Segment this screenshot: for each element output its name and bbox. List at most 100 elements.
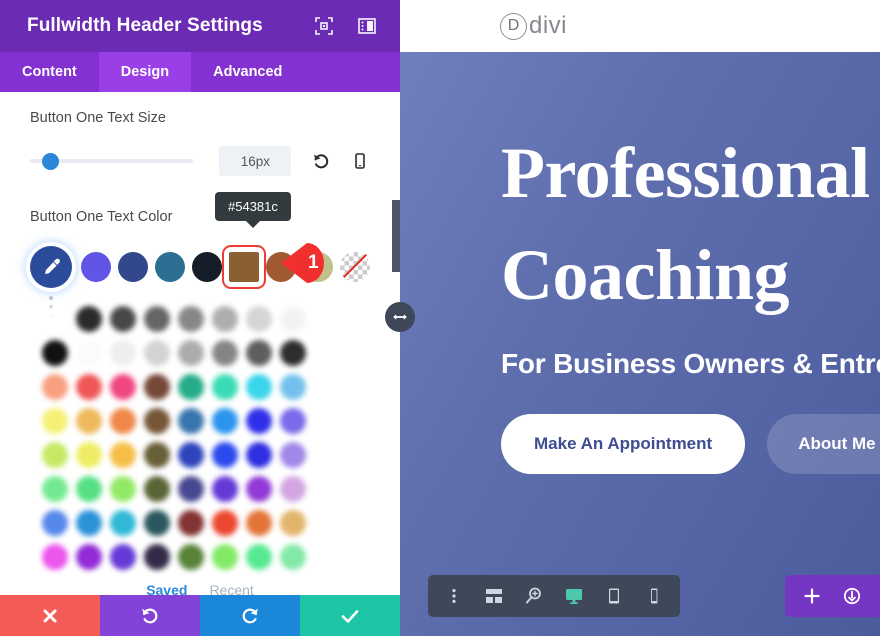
palette-cell[interactable] bbox=[208, 472, 242, 506]
trash-icon[interactable] bbox=[872, 575, 880, 617]
swatch-rust[interactable] bbox=[266, 252, 296, 282]
palette-cell[interactable] bbox=[208, 438, 242, 472]
palette-cell[interactable] bbox=[276, 472, 310, 506]
undo-button[interactable] bbox=[100, 595, 200, 636]
redo-button[interactable] bbox=[200, 595, 300, 636]
undo-icon[interactable] bbox=[310, 150, 330, 172]
swatch-navy[interactable] bbox=[118, 252, 148, 282]
palette-cell[interactable] bbox=[38, 438, 72, 472]
palette-cell[interactable] bbox=[208, 302, 242, 336]
palette-cell[interactable] bbox=[106, 472, 140, 506]
panel-scrollbar[interactable] bbox=[392, 200, 400, 272]
palette-cell[interactable] bbox=[174, 540, 208, 574]
swatch-khaki[interactable] bbox=[303, 252, 333, 282]
palette-cell[interactable] bbox=[140, 540, 174, 574]
palette-cell[interactable] bbox=[38, 404, 72, 438]
text-size-input[interactable]: 16px bbox=[219, 146, 292, 176]
palette-cell[interactable] bbox=[140, 506, 174, 540]
mobile-icon[interactable] bbox=[350, 150, 370, 172]
palette-cell[interactable] bbox=[242, 540, 276, 574]
make-an-appointment-button[interactable]: Make An Appointment bbox=[501, 414, 746, 475]
swatch-transparent[interactable] bbox=[340, 252, 370, 282]
palette-cell[interactable] bbox=[242, 506, 276, 540]
zoom-icon[interactable] bbox=[514, 575, 554, 617]
palette-cell[interactable] bbox=[174, 370, 208, 404]
palette-cell[interactable] bbox=[242, 302, 276, 336]
focus-frame-icon[interactable] bbox=[315, 17, 333, 35]
palette-cell[interactable] bbox=[208, 370, 242, 404]
text-size-slider[interactable] bbox=[30, 152, 194, 170]
palette-cell[interactable] bbox=[174, 336, 208, 370]
palette-cell[interactable] bbox=[72, 472, 106, 506]
about-me-button[interactable]: About Me bbox=[767, 414, 880, 475]
phone-icon[interactable] bbox=[634, 575, 674, 617]
palette-cell[interactable] bbox=[72, 336, 106, 370]
palette-cell[interactable] bbox=[140, 302, 174, 336]
palette-cell[interactable] bbox=[276, 336, 310, 370]
palette-cell[interactable] bbox=[174, 438, 208, 472]
palette-cell[interactable] bbox=[276, 438, 310, 472]
palette-cell[interactable] bbox=[106, 302, 140, 336]
palette-cell[interactable] bbox=[38, 540, 72, 574]
palette-cell[interactable] bbox=[276, 370, 310, 404]
palette-cell[interactable] bbox=[72, 438, 106, 472]
palette-cell[interactable] bbox=[38, 472, 72, 506]
palette-cell[interactable] bbox=[276, 540, 310, 574]
palette-cell[interactable] bbox=[38, 302, 72, 336]
palette-cell[interactable] bbox=[276, 404, 310, 438]
tablet-icon[interactable] bbox=[594, 575, 634, 617]
more-options-icon[interactable] bbox=[434, 575, 474, 617]
palette-cell[interactable] bbox=[276, 302, 310, 336]
palette-cell[interactable] bbox=[38, 336, 72, 370]
tab-design[interactable]: Design bbox=[98, 52, 192, 92]
palette-cell[interactable] bbox=[140, 336, 174, 370]
palette-cell[interactable] bbox=[72, 506, 106, 540]
palette-cell[interactable] bbox=[242, 472, 276, 506]
desktop-icon[interactable] bbox=[554, 575, 594, 617]
swatch-brown[interactable] bbox=[222, 245, 266, 289]
slider-knob[interactable] bbox=[41, 152, 59, 170]
tab-content[interactable]: Content bbox=[0, 52, 99, 92]
swatch-steel-blue[interactable] bbox=[155, 252, 185, 282]
palette-cell[interactable] bbox=[106, 404, 140, 438]
palette-cell[interactable] bbox=[208, 540, 242, 574]
power-icon[interactable] bbox=[832, 575, 872, 617]
palette-cell[interactable] bbox=[72, 370, 106, 404]
swatch-dark[interactable] bbox=[192, 252, 222, 282]
palette-cell[interactable] bbox=[174, 404, 208, 438]
divi-logo[interactable]: D divi bbox=[500, 12, 567, 40]
palette-cell[interactable] bbox=[174, 302, 208, 336]
palette-cell[interactable] bbox=[38, 370, 72, 404]
tab-advanced[interactable]: Advanced bbox=[191, 52, 304, 92]
palette-cell[interactable] bbox=[38, 506, 72, 540]
palette-cell[interactable] bbox=[106, 370, 140, 404]
wireframe-icon[interactable] bbox=[474, 575, 514, 617]
palette-cell[interactable] bbox=[242, 404, 276, 438]
palette-cell[interactable] bbox=[276, 506, 310, 540]
palette-cell[interactable] bbox=[208, 404, 242, 438]
palette-cell[interactable] bbox=[242, 370, 276, 404]
save-button[interactable] bbox=[300, 595, 400, 636]
palette-cell[interactable] bbox=[140, 438, 174, 472]
palette-cell[interactable] bbox=[106, 438, 140, 472]
palette-cell[interactable] bbox=[208, 336, 242, 370]
palette-cell[interactable] bbox=[72, 540, 106, 574]
eyedropper-icon[interactable] bbox=[30, 246, 72, 288]
cancel-button[interactable] bbox=[0, 595, 100, 636]
horizontal-resize-icon[interactable] bbox=[385, 302, 415, 332]
palette-cell[interactable] bbox=[72, 302, 106, 336]
palette-cell[interactable] bbox=[242, 438, 276, 472]
add-icon[interactable] bbox=[792, 575, 832, 617]
palette-cell[interactable] bbox=[174, 472, 208, 506]
palette-cell[interactable] bbox=[140, 404, 174, 438]
palette-cell[interactable] bbox=[72, 404, 106, 438]
palette-cell[interactable] bbox=[106, 336, 140, 370]
palette-cell[interactable] bbox=[242, 336, 276, 370]
color-palette-grid[interactable] bbox=[30, 302, 370, 574]
palette-cell[interactable] bbox=[106, 506, 140, 540]
palette-cell[interactable] bbox=[140, 472, 174, 506]
swatch-purple[interactable] bbox=[81, 252, 111, 282]
palette-cell[interactable] bbox=[140, 370, 174, 404]
palette-cell[interactable] bbox=[208, 506, 242, 540]
palette-cell[interactable] bbox=[174, 506, 208, 540]
